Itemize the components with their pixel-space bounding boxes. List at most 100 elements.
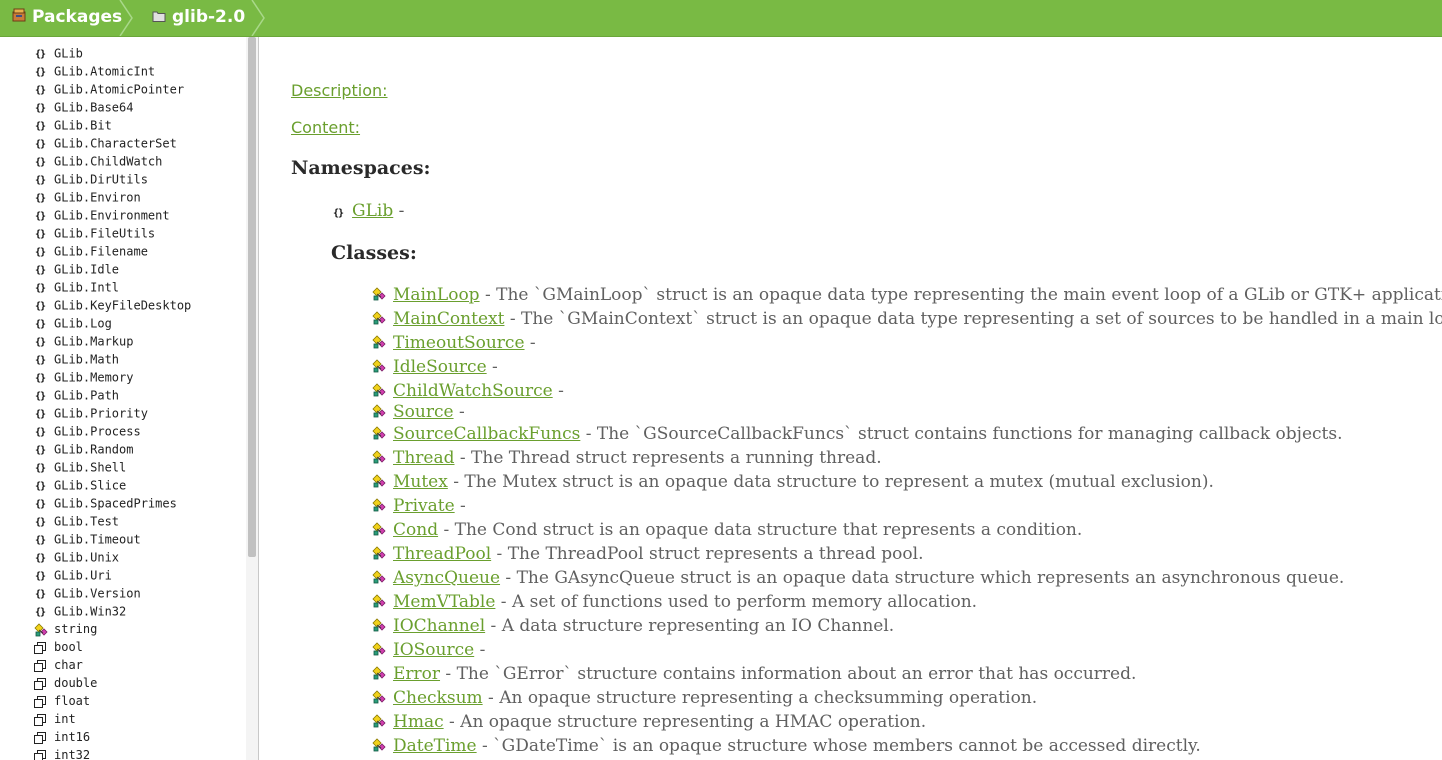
class-icon (371, 448, 387, 464)
sidebar-item[interactable]: {} GLib.Memory (33, 368, 191, 386)
sidebar-item[interactable]: {} GLib.SpacedPrimes (33, 494, 191, 512)
class-row: Hmac - An opaque structure representing … (371, 710, 1442, 734)
class-icon (371, 568, 387, 584)
sidebar-item[interactable]: {} GLib.Priority (33, 404, 191, 422)
sidebar-item-label: GLib.Shell (54, 460, 127, 475)
sidebar-item-label: string (54, 622, 98, 636)
sidebar-item[interactable]: float (33, 692, 191, 710)
sidebar-item[interactable]: {} GLib.DirUtils (33, 170, 191, 188)
class-link[interactable]: ThreadPool (393, 544, 491, 564)
class-link[interactable]: DateTime (393, 736, 477, 756)
struct-icon (33, 657, 47, 675)
sidebar-item[interactable]: {} GLib.Shell (33, 458, 191, 476)
struct-icon (33, 675, 47, 693)
sidebar-item-label: GLib.AtomicInt (54, 64, 156, 79)
sidebar-item[interactable]: {} GLib.Base64 (33, 98, 191, 116)
namespace-icon: {} (34, 337, 46, 348)
namespace-icon: {} (34, 535, 46, 546)
sidebar-item[interactable]: {} GLib.Markup (33, 332, 191, 350)
sidebar-item[interactable]: {} GLib.Intl (33, 278, 191, 296)
class-icon (371, 544, 387, 560)
sidebar-item[interactable]: bool (33, 638, 191, 656)
class-desc: - The Mutex struct is an opaque data str… (447, 472, 1214, 492)
sidebar-item[interactable]: char (33, 656, 191, 674)
class-icon (371, 520, 387, 536)
description-link[interactable]: Description: (291, 81, 388, 100)
sidebar-item[interactable]: double (33, 674, 191, 692)
sidebar-item-label: GLib.Memory (54, 370, 134, 385)
class-icon (33, 621, 48, 639)
class-link[interactable]: Mutex (393, 472, 448, 492)
sidebar-item-label: GLib.Uri (54, 568, 112, 583)
sidebar-item[interactable]: {} GLib.Math (33, 350, 191, 368)
sidebar-item[interactable]: {} GLib.Idle (33, 260, 191, 278)
sidebar-item[interactable]: {} GLib.CharacterSet (33, 134, 191, 152)
class-link[interactable]: SourceCallbackFuncs (393, 424, 580, 444)
namespace-icon: {} (34, 355, 46, 366)
sidebar-item[interactable]: int (33, 710, 191, 728)
sidebar-item[interactable]: int32 (33, 746, 191, 760)
class-link[interactable]: Hmac (393, 712, 444, 732)
class-link[interactable]: IOChannel (393, 616, 485, 636)
sidebar-item[interactable]: {} GLib.Timeout (33, 530, 191, 548)
class-link[interactable]: IOSource (393, 640, 474, 660)
sidebar-item[interactable]: {} GLib.FileUtils (33, 224, 191, 242)
breadcrumb-packages[interactable]: Packages (12, 0, 122, 36)
breadcrumb-separator-icon (119, 0, 133, 36)
namespace-icon: {} (34, 553, 46, 564)
sidebar-item[interactable]: {} GLib.KeyFileDesktop (33, 296, 191, 314)
class-link[interactable]: Error (393, 664, 440, 684)
class-link[interactable]: Checksum (393, 688, 483, 708)
sidebar-item[interactable]: {} GLib.Slice (33, 476, 191, 494)
class-link[interactable]: Source (393, 402, 454, 422)
class-link[interactable]: Cond (393, 520, 438, 540)
class-link[interactable]: TimeoutSource (393, 333, 525, 353)
class-link[interactable]: ChildWatchSource (393, 381, 553, 401)
sidebar-item[interactable]: {} GLib (33, 44, 191, 62)
class-icon (371, 403, 387, 419)
namespace-link[interactable]: GLib (352, 201, 393, 221)
class-icon (371, 712, 387, 728)
sidebar-item[interactable]: {} GLib.AtomicInt (33, 62, 191, 80)
class-link[interactable]: AsyncQueue (393, 568, 500, 588)
namespace-desc: - (393, 201, 405, 221)
class-desc: - The ThreadPool struct represents a thr… (491, 544, 924, 564)
namespace-icon: {} (34, 229, 46, 240)
sidebar-item[interactable]: {} GLib.Test (33, 512, 191, 530)
class-link[interactable]: MainLoop (393, 285, 480, 305)
content-link[interactable]: Content: (291, 118, 360, 137)
sidebar-item[interactable]: {} GLib.Bit (33, 116, 191, 134)
sidebar-item[interactable]: int16 (33, 728, 191, 746)
class-link[interactable]: MainContext (393, 309, 504, 329)
sidebar-item[interactable]: {} GLib.Random (33, 440, 191, 458)
sidebar-scrollbar-thumb[interactable] (248, 37, 256, 557)
class-desc: - The `GSourceCallbackFuncs` struct cont… (580, 424, 1343, 444)
sidebar-item-label: GLib.Filename (54, 244, 148, 259)
sidebar-item[interactable]: {} GLib.ChildWatch (33, 152, 191, 170)
sidebar-item[interactable]: {} GLib.Path (33, 386, 191, 404)
sidebar-item[interactable]: {} GLib.AtomicPointer (33, 80, 191, 98)
class-row: Mutex - The Mutex struct is an opaque da… (371, 470, 1442, 494)
sidebar-item[interactable]: {} GLib.Environ (33, 188, 191, 206)
sidebar-item[interactable]: {} GLib.Uri (33, 566, 191, 584)
sidebar-item[interactable]: {} GLib.Filename (33, 242, 191, 260)
namespace-icon: {} (34, 247, 46, 258)
breadcrumb-packages-label: Packages (32, 7, 123, 27)
class-link[interactable]: Thread (393, 448, 455, 468)
sidebar-item-label: GLib.Random (54, 442, 134, 457)
sidebar-item[interactable]: {} GLib.Process (33, 422, 191, 440)
class-desc: - (486, 357, 498, 377)
sidebar-item-label: GLib.ChildWatch (54, 154, 163, 169)
sidebar-item[interactable]: {} GLib.Unix (33, 548, 191, 566)
sidebar-item[interactable]: {} GLib.Win32 (33, 602, 191, 620)
sidebar-item[interactable]: {} GLib.Log (33, 314, 191, 332)
class-link[interactable]: IdleSource (393, 357, 487, 377)
class-icon (371, 496, 387, 512)
sidebar-item[interactable]: {} GLib.Version (33, 584, 191, 602)
sidebar-item[interactable]: {} GLib.Environment (33, 206, 191, 224)
class-link[interactable]: Private (393, 496, 455, 516)
class-link[interactable]: MemVTable (393, 592, 495, 612)
breadcrumb-package[interactable]: glib-2.0 (152, 0, 245, 36)
namespace-icon: {} (34, 409, 46, 420)
sidebar-item[interactable]: string (33, 620, 191, 638)
